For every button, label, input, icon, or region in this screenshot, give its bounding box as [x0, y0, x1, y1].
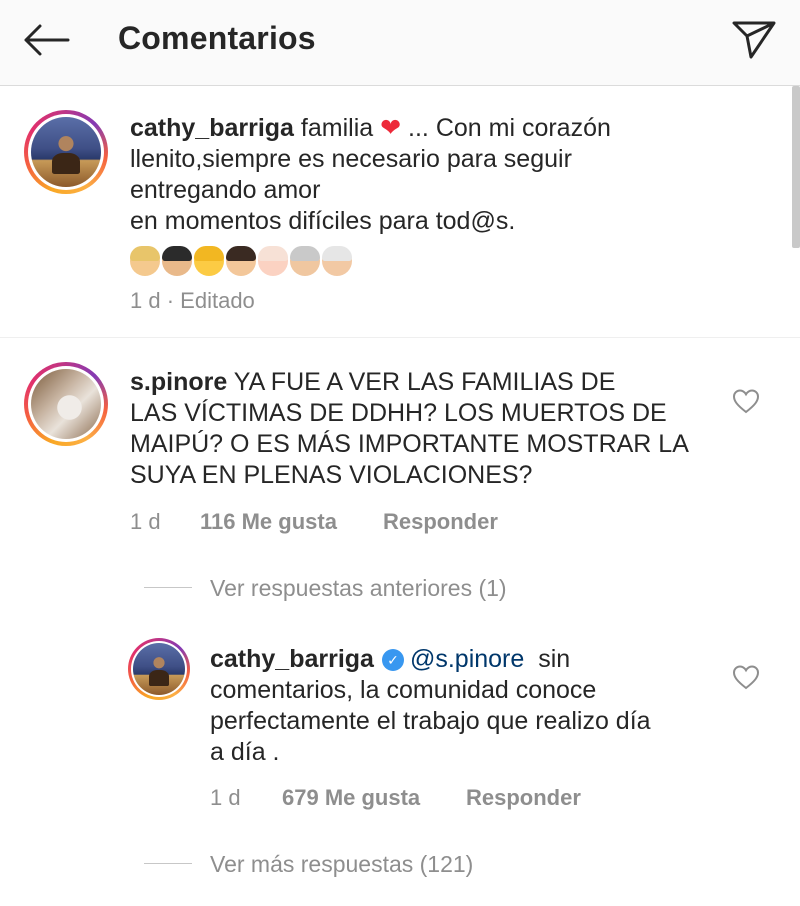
- header-bar: Comentarios: [0, 0, 800, 86]
- avatar-image: [133, 643, 185, 695]
- reply-time: 1 d: [210, 785, 241, 810]
- blond-person-emoji-icon: [194, 246, 224, 276]
- paper-plane-icon: [732, 21, 776, 59]
- family-emoji-row: [130, 246, 352, 276]
- caption-text: cathy_barriga familia ❤ ... Con mi coraz…: [130, 114, 611, 235]
- scrollbar[interactable]: [792, 86, 800, 248]
- page-title: Comentarios: [118, 20, 316, 56]
- comment-time: 1 d: [130, 509, 161, 534]
- heart-outline-icon[interactable]: [731, 662, 761, 692]
- reply-username[interactable]: cathy_barriga: [210, 645, 374, 673]
- comment-text: s.pinore YA FUE A VER LAS FAMILIAS DE LA…: [130, 368, 689, 489]
- comment-meta: 1 d: [130, 509, 161, 535]
- avatar-image: [31, 117, 101, 187]
- mention-link[interactable]: @s.pinore: [410, 645, 524, 673]
- baby-emoji-icon: [258, 246, 288, 276]
- reply-meta: 1 d: [210, 785, 241, 811]
- man-beard-emoji-icon: [162, 246, 192, 276]
- comment-username[interactable]: s.pinore: [130, 368, 227, 396]
- reply-text: cathy_barriga ✓ @s.pinore sin comentarios,…: [210, 645, 651, 766]
- view-previous-replies-link[interactable]: Ver respuestas anteriores (1): [210, 575, 507, 602]
- avatar-image: [31, 369, 101, 439]
- reply-likes[interactable]: 679 Me gusta: [282, 785, 420, 811]
- boy-emoji-icon: [226, 246, 256, 276]
- view-more-replies-link[interactable]: Ver más respuestas (121): [210, 851, 473, 878]
- avatar[interactable]: [24, 110, 108, 194]
- woman-blond-emoji-icon: [130, 246, 160, 276]
- reply-button[interactable]: Responder: [466, 785, 581, 811]
- caption-meta: 1 d · Editado: [130, 288, 255, 313]
- divider: [0, 337, 800, 338]
- back-button[interactable]: [18, 18, 74, 62]
- edited-label: Editado: [180, 288, 255, 313]
- avatar[interactable]: [24, 362, 108, 446]
- comment-likes[interactable]: 116 Me gusta: [200, 509, 337, 535]
- caption-username[interactable]: cathy_barriga: [130, 114, 294, 142]
- heart-emoji-icon: ❤: [380, 114, 402, 142]
- caption-time: 1 d: [130, 288, 161, 313]
- arrow-left-icon: [24, 24, 70, 56]
- replies-line: [144, 863, 192, 864]
- old-woman-emoji-icon: [290, 246, 320, 276]
- replies-line: [144, 587, 192, 588]
- reply-button[interactable]: Responder: [383, 509, 498, 535]
- verified-badge-icon: ✓: [381, 649, 404, 671]
- old-man-emoji-icon: [322, 246, 352, 276]
- share-button[interactable]: [726, 14, 782, 66]
- avatar[interactable]: [128, 638, 190, 700]
- heart-outline-icon[interactable]: [731, 386, 761, 416]
